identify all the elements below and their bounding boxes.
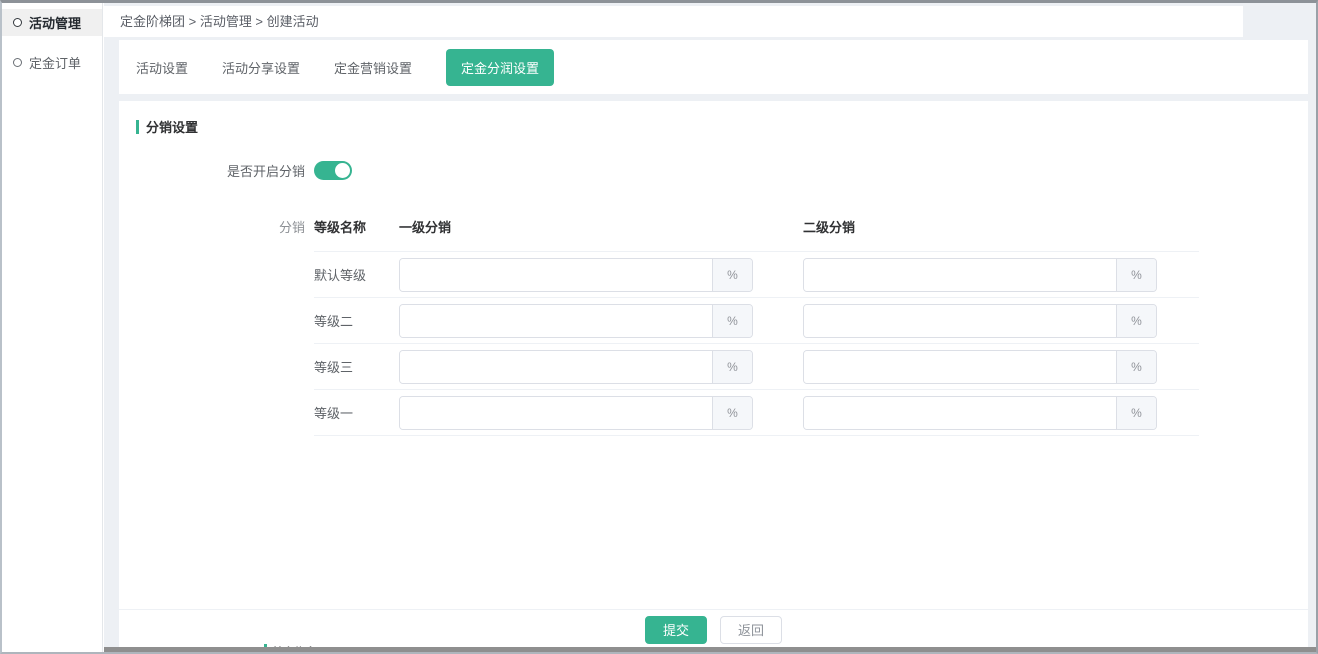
level2-percent-input-row-3[interactable] xyxy=(804,397,1116,429)
table-row: 等级三 % % xyxy=(314,344,1199,390)
app-window: 活动管理 定金订单 定金阶梯团 > 活动管理 > 创建活动 活动设置 活动分享设… xyxy=(0,0,1318,654)
percent-suffix: % xyxy=(712,351,752,383)
toggle-knob-icon xyxy=(335,163,350,178)
sidebar: 活动管理 定金订单 xyxy=(2,3,103,652)
level1-input-group: % xyxy=(399,258,753,292)
sidebar-item-label: 活动管理 xyxy=(29,13,81,32)
main-area: 定金阶梯团 > 活动管理 > 创建活动 活动设置 活动分享设置 定金营销设置 定… xyxy=(104,3,1316,652)
table-row: 默认等级 % % xyxy=(314,252,1199,298)
tab-deposit-profit-settings[interactable]: 定金分润设置 xyxy=(446,49,554,86)
level2-input-group: % xyxy=(803,258,1157,292)
tab-deposit-marketing-settings[interactable]: 定金营销设置 xyxy=(334,58,412,77)
circle-ring-icon xyxy=(13,18,22,27)
level1-percent-input-row-2[interactable] xyxy=(400,351,712,383)
circle-ring-icon xyxy=(13,58,22,67)
level2-input-group: % xyxy=(803,396,1157,430)
tab-activity-share-settings[interactable]: 活动分享设置 xyxy=(222,58,300,77)
level1-input-group: % xyxy=(399,350,753,384)
percent-suffix: % xyxy=(1116,351,1156,383)
level-name: 等级三 xyxy=(314,357,399,376)
back-button[interactable]: 返回 xyxy=(720,616,782,644)
form-footer: 提交 返回 xyxy=(119,609,1308,649)
column-header-level1-distribution: 一级分销 xyxy=(399,217,753,236)
level1-input-group: % xyxy=(399,396,753,430)
tab-activity-settings[interactable]: 活动设置 xyxy=(136,58,188,77)
accent-bar-icon xyxy=(136,120,139,134)
level-name: 等级一 xyxy=(314,403,399,422)
level2-percent-input-row-1[interactable] xyxy=(804,305,1116,337)
percent-suffix: % xyxy=(712,259,752,291)
sidebar-item-label: 定金订单 xyxy=(29,53,81,72)
sidebar-item-activity-management[interactable]: 活动管理 xyxy=(2,9,102,36)
level-name: 等级二 xyxy=(314,311,399,330)
percent-suffix: % xyxy=(1116,259,1156,291)
distribution-label: 分销 xyxy=(119,217,314,236)
level2-percent-input-row-2[interactable] xyxy=(804,351,1116,383)
percent-suffix: % xyxy=(712,397,752,429)
level-name: 默认等级 xyxy=(314,265,399,284)
level2-input-group: % xyxy=(803,304,1157,338)
sidebar-item-deposit-orders[interactable]: 定金订单 xyxy=(2,49,102,76)
enable-distribution-row: 是否开启分销 xyxy=(119,161,1308,180)
distribution-table-header: 分销 等级名称 一级分销 二级分销 xyxy=(119,217,1308,252)
level2-percent-input-row-0[interactable] xyxy=(804,259,1116,291)
table-row: 等级二 % % xyxy=(314,298,1199,344)
enable-distribution-label: 是否开启分销 xyxy=(119,161,314,180)
percent-suffix: % xyxy=(1116,305,1156,337)
table-row: 等级一 % % xyxy=(314,390,1199,436)
distribution-table: 分销 等级名称 一级分销 二级分销 默认等级 % xyxy=(119,217,1308,436)
level1-input-group: % xyxy=(399,304,753,338)
percent-suffix: % xyxy=(1116,397,1156,429)
percent-suffix: % xyxy=(712,305,752,337)
level2-input-group: % xyxy=(803,350,1157,384)
tab-bar: 活动设置 活动分享设置 定金营销设置 定金分润设置 xyxy=(119,40,1308,94)
enable-distribution-toggle[interactable] xyxy=(314,161,352,180)
level1-percent-input-row-0[interactable] xyxy=(400,259,712,291)
breadcrumb: 定金阶梯团 > 活动管理 > 创建活动 xyxy=(104,6,1243,37)
content-card: 分销设置 是否开启分销 分销 等级名称 一级分销 二级分销 xyxy=(119,101,1308,649)
column-header-level2-distribution: 二级分销 xyxy=(803,217,1157,236)
level1-percent-input-row-1[interactable] xyxy=(400,305,712,337)
level1-percent-input-row-3[interactable] xyxy=(400,397,712,429)
submit-button[interactable]: 提交 xyxy=(645,616,707,644)
column-header-level-name: 等级名称 xyxy=(314,217,399,236)
distribution-table-body: 默认等级 % % 等级二 xyxy=(314,252,1199,436)
bottom-edge-bar xyxy=(104,647,1316,652)
section-title-distribution-settings: 分销设置 xyxy=(136,117,1308,136)
